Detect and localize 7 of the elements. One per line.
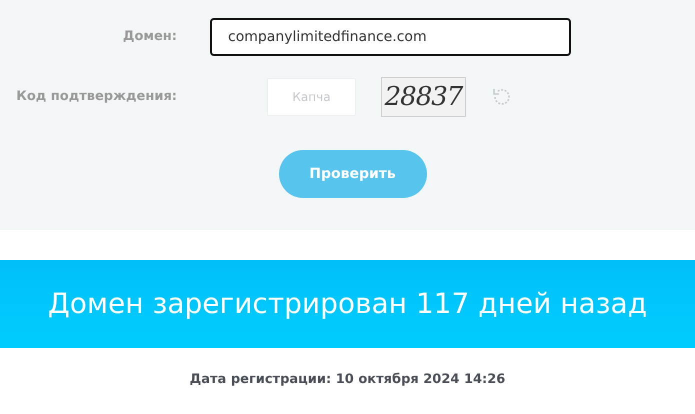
captcha-image: 28837 — [381, 77, 466, 117]
domain-label: Домен: — [122, 28, 177, 46]
captcha-label: Код подтверждения: — [15, 88, 177, 106]
domain-field[interactable]: companylimitedfinance.com — [210, 18, 571, 56]
registration-date: Дата регистрации: 10 октября 2024 14:26 — [190, 371, 506, 389]
captcha-field[interactable]: Капча — [267, 78, 356, 116]
result-headline: Домен зарегистрирован 117 дней назад — [48, 286, 648, 322]
